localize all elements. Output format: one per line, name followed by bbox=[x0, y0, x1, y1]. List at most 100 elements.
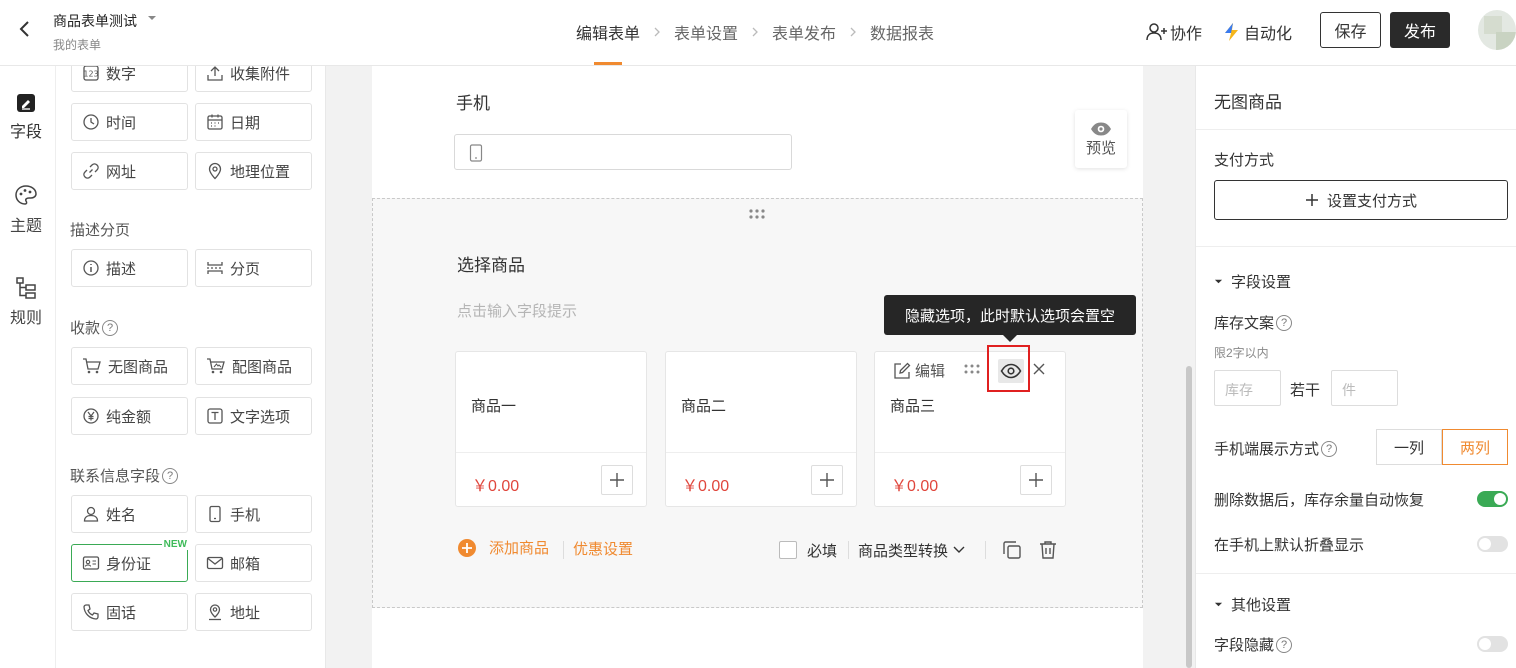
help-icon[interactable]: ? bbox=[102, 319, 119, 336]
other-settings-section[interactable]: 其他设置 bbox=[1214, 594, 1291, 615]
step-form-settings[interactable]: 表单设置 bbox=[674, 20, 738, 44]
panel-title: 无图商品 bbox=[1214, 93, 1282, 112]
chevron-down-icon bbox=[948, 546, 965, 554]
field-email-button[interactable]: 邮箱 bbox=[195, 544, 312, 582]
select-product-field[interactable]: 选择商品 点击输入字段提示 商品一 ￥0.00 商品二 ￥0.00 编辑 商品三… bbox=[372, 198, 1143, 608]
field-no-image-product-button[interactable]: 无图商品 bbox=[71, 347, 188, 385]
step-edit-form[interactable]: 编辑表单 bbox=[576, 20, 640, 65]
product-toolbar: 编辑 bbox=[890, 359, 1060, 383]
required-checkbox[interactable]: 必填 bbox=[779, 537, 837, 563]
checkbox bbox=[779, 541, 797, 559]
field-mobile-button[interactable]: 手机 bbox=[195, 495, 312, 533]
field-landline-button[interactable]: 固话 bbox=[71, 593, 188, 631]
id-card-icon bbox=[82, 554, 106, 572]
product-name: 商品二 bbox=[681, 398, 727, 415]
publish-button[interactable]: 发布 bbox=[1390, 12, 1450, 48]
preview-button[interactable]: 预览 bbox=[1075, 110, 1127, 168]
phone-field-input[interactable] bbox=[454, 134, 792, 170]
add-product-button[interactable]: 添加商品 bbox=[457, 537, 549, 558]
help-icon[interactable]: ? bbox=[1276, 314, 1293, 331]
field-url-button[interactable]: 网址 bbox=[71, 152, 188, 190]
section-description-paging: 描述分页 bbox=[70, 222, 131, 239]
nav-theme[interactable]: 主题 bbox=[0, 184, 52, 236]
step-form-publish[interactable]: 表单发布 bbox=[772, 20, 836, 44]
field-amount-button[interactable]: 纯金额 bbox=[71, 397, 188, 435]
avatar[interactable] bbox=[1478, 10, 1516, 50]
stock-unit-input[interactable]: 件 bbox=[1331, 370, 1398, 406]
form-breadcrumb[interactable]: 我的表单 bbox=[53, 36, 101, 53]
collaborate-button[interactable]: 协作 bbox=[1146, 20, 1202, 44]
field-time-button[interactable]: 时间 bbox=[71, 103, 188, 141]
trash-icon[interactable] bbox=[1039, 540, 1057, 560]
user-icon bbox=[82, 505, 106, 523]
field-location-button[interactable]: 地理位置 bbox=[195, 152, 312, 190]
field-image-product-button[interactable]: 配图商品 bbox=[195, 347, 312, 385]
top-bar: 商品表单测试 我的表单 编辑表单 表单设置 表单发布 数据报表 协作 自动化 保… bbox=[0, 0, 1516, 66]
restore-stock-toggle[interactable] bbox=[1477, 491, 1508, 507]
image-cart-icon bbox=[206, 357, 232, 375]
field-name-button[interactable]: 姓名 bbox=[71, 495, 188, 533]
canvas-scrollbar[interactable] bbox=[1186, 366, 1192, 668]
hide-field-toggle[interactable] bbox=[1477, 636, 1508, 652]
help-icon[interactable]: ? bbox=[1276, 636, 1293, 653]
automate-button[interactable]: 自动化 bbox=[1222, 20, 1292, 44]
field-address-button[interactable]: 地址 bbox=[195, 593, 312, 631]
new-badge: NEW bbox=[161, 539, 189, 550]
field-number-button[interactable]: 123 数字 bbox=[71, 66, 188, 92]
one-column-option[interactable]: 一列 bbox=[1376, 429, 1442, 465]
product-type-convert-dropdown[interactable]: 商品类型转换 bbox=[858, 537, 965, 563]
text-box-icon bbox=[206, 407, 230, 425]
plus-icon[interactable] bbox=[811, 465, 843, 495]
upload-icon bbox=[206, 66, 230, 82]
product-name: 商品三 bbox=[890, 398, 936, 415]
select-product-title[interactable]: 选择商品 bbox=[457, 251, 525, 276]
edit-product-button[interactable]: 编辑 bbox=[893, 360, 945, 381]
page-break-icon bbox=[206, 259, 230, 277]
phone-field-label: 手机 bbox=[456, 94, 490, 113]
product-card[interactable]: 编辑 商品三 ￥0.00 bbox=[874, 351, 1066, 507]
copy-icon[interactable] bbox=[1002, 540, 1022, 560]
help-icon[interactable]: ? bbox=[1321, 440, 1338, 457]
step-data-report[interactable]: 数据报表 bbox=[870, 20, 934, 44]
field-description-button[interactable]: 描述 bbox=[71, 249, 188, 287]
two-column-option[interactable]: 两列 bbox=[1442, 429, 1508, 465]
nav-fields[interactable]: 字段 bbox=[0, 92, 52, 142]
product-card[interactable]: 商品一 ￥0.00 bbox=[455, 351, 647, 507]
number-icon: 123 bbox=[82, 66, 106, 82]
close-icon[interactable] bbox=[1032, 362, 1046, 376]
edit-icon bbox=[893, 362, 915, 380]
field-hint-input[interactable]: 点击输入字段提示 bbox=[457, 300, 577, 321]
link-icon bbox=[82, 162, 106, 180]
left-nav: 字段 主题 规则 bbox=[0, 66, 56, 668]
mail-icon bbox=[206, 554, 230, 572]
edit-doc-icon bbox=[15, 92, 37, 118]
collapse-mobile-label: 在手机上默认折叠显示 bbox=[1214, 537, 1365, 554]
product-card[interactable]: 商品二 ￥0.00 bbox=[665, 351, 857, 507]
info-icon bbox=[82, 259, 106, 277]
plus-icon[interactable] bbox=[1020, 465, 1052, 495]
field-settings-section[interactable]: 字段设置 bbox=[1214, 271, 1291, 292]
form-canvas: 手机 预览 选择商品 点击输入字段提示 商品一 ￥0.00 商品二 ￥0.00 … bbox=[326, 66, 1194, 668]
phone-icon bbox=[82, 603, 106, 621]
back-arrow-icon[interactable] bbox=[14, 18, 36, 40]
field-attachment-button[interactable]: 收集附件 bbox=[195, 66, 312, 92]
save-button[interactable]: 保存 bbox=[1320, 12, 1381, 48]
set-payment-button[interactable]: 设置支付方式 bbox=[1214, 180, 1508, 220]
field-text-option-button[interactable]: 文字选项 bbox=[195, 397, 312, 435]
palette-icon bbox=[14, 184, 38, 212]
drag-handle-icon[interactable] bbox=[963, 364, 981, 374]
collapse-mobile-toggle[interactable] bbox=[1477, 536, 1508, 552]
field-id-card-button[interactable]: 身份证 NEW bbox=[71, 539, 189, 582]
help-icon[interactable]: ? bbox=[162, 467, 179, 484]
stock-prefix-input[interactable]: 库存 bbox=[1214, 370, 1281, 406]
discount-settings-link[interactable]: 优惠设置 bbox=[573, 537, 633, 563]
chevron-right-icon bbox=[640, 24, 674, 40]
form-title[interactable]: 商品表单测试 bbox=[53, 11, 156, 31]
plus-icon[interactable] bbox=[601, 465, 633, 495]
nav-rules[interactable]: 规则 bbox=[0, 276, 52, 328]
field-page-break-button[interactable]: 分页 bbox=[195, 249, 312, 287]
field-date-button[interactable]: 日期 bbox=[195, 103, 312, 141]
product-price: ￥0.00 bbox=[891, 478, 939, 495]
product-name: 商品一 bbox=[471, 398, 517, 415]
drag-handle-icon[interactable] bbox=[748, 209, 766, 219]
